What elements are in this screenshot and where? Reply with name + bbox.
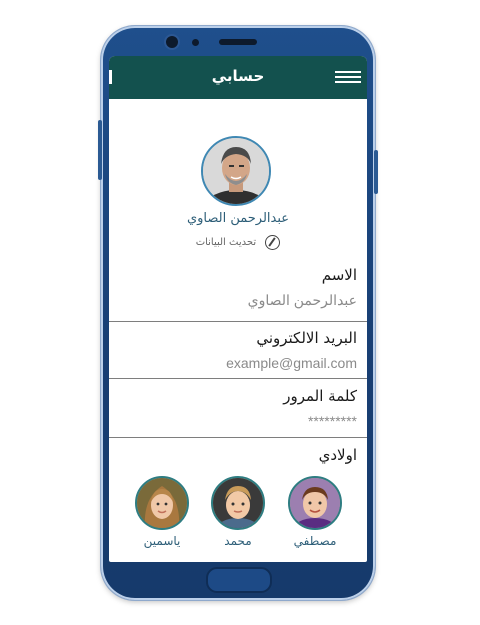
- home-button[interactable]: [206, 567, 272, 593]
- child-card-mostafa[interactable]: مصطفي: [280, 476, 350, 548]
- child-card-yasmine[interactable]: ياسمين: [127, 476, 197, 548]
- divider: [109, 321, 367, 322]
- children-section-title: اولادي: [318, 446, 357, 464]
- avatar-image: [203, 138, 269, 204]
- phone-side-button: [98, 120, 102, 180]
- password-field-label: كلمة المرور: [283, 387, 357, 405]
- child-avatar[interactable]: [288, 476, 342, 530]
- child-avatar[interactable]: [135, 476, 189, 530]
- edit-pencil-icon[interactable]: [265, 235, 281, 250]
- earpiece-speaker: [219, 39, 257, 45]
- phone-side-button: [374, 150, 378, 194]
- email-field-label: البريد الالكتروني: [256, 329, 357, 347]
- page-title: حسابي: [211, 67, 265, 85]
- name-field-label: الاسم: [321, 266, 357, 284]
- app-screen: حسابي عبدالرحمن الصاوي تحديث البيانات ال…: [109, 56, 367, 562]
- divider: [109, 378, 367, 379]
- child-name: مصطفي: [293, 534, 337, 548]
- password-field-value[interactable]: *********: [308, 413, 357, 429]
- child-avatar-image: [137, 478, 187, 528]
- proximity-sensor: [192, 39, 199, 46]
- child-avatar[interactable]: [211, 476, 265, 530]
- name-field-value[interactable]: عبدالرحمن الصاوي: [248, 292, 357, 309]
- child-name: ياسمين: [143, 534, 181, 548]
- email-field-value[interactable]: example@gmail.com: [226, 355, 357, 371]
- child-avatar-image: [213, 478, 263, 528]
- profile-name: عبدالرحمن الصاوي: [186, 211, 290, 226]
- profile-avatar[interactable]: [201, 136, 271, 206]
- update-profile-label: تحديث البيانات: [195, 237, 257, 248]
- child-card-mohamed[interactable]: محمد: [203, 476, 273, 548]
- divider: [109, 437, 367, 438]
- front-camera: [166, 36, 178, 48]
- app-header: حسابي: [109, 56, 367, 99]
- hamburger-menu-icon[interactable]: [335, 71, 361, 85]
- child-name: محمد: [224, 534, 252, 548]
- update-profile-link[interactable]: تحديث البيانات: [109, 235, 367, 250]
- child-avatar-image: [290, 478, 340, 528]
